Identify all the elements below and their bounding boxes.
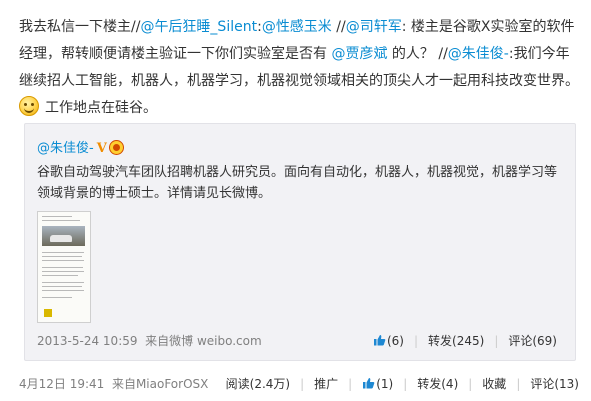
post-source: 来自MiaoForOSX	[111, 377, 209, 391]
verified-v-icon: V	[96, 141, 107, 156]
post-text-segment: //	[331, 19, 346, 35]
thumbs-up-icon	[373, 334, 386, 346]
quoted-comment-button[interactable]: 评论(69)	[508, 332, 557, 349]
quoted-timestamp-link[interactable]: 2013-5-24 10:59	[37, 334, 138, 348]
post-body: 我去私信一下楼主//@午后狂睡_Silent:@性感玉米 //@司轩军: 楼主是…	[19, 19, 579, 89]
like-count: (1)	[376, 376, 394, 391]
long-weibo-thumbnail[interactable]	[37, 211, 91, 323]
quoted-like-count: (6)	[386, 333, 404, 348]
quoted-author-line: @朱佳俊- V	[37, 137, 124, 156]
favorite-button[interactable]: 收藏	[482, 375, 506, 392]
quoted-text: 谷歌自动驾驶汽车团队招聘机器人研究员。面向有自动化，机器人，机器视觉，机器学习等…	[37, 165, 558, 201]
read-count: 阅读(2.4万)	[225, 377, 291, 391]
mention-link[interactable]: @午后狂睡_Silent	[140, 19, 257, 35]
vip-badge-icon	[108, 140, 124, 155]
comment-button[interactable]: 评论(13)	[530, 375, 579, 392]
quoted-post: @朱佳俊- V 谷歌自动驾驶汽车团队招聘机器人研究员。面向有自动化，机器人，机器视…	[24, 123, 576, 361]
mention-link[interactable]: @朱佳俊-	[448, 46, 509, 62]
mention-link[interactable]: @贾彦斌	[331, 46, 387, 62]
mention-link[interactable]: @司轩军	[346, 19, 402, 35]
quoted-repost-button[interactable]: 转发(245)	[428, 332, 484, 349]
repost-button[interactable]: 转发(4)	[417, 375, 458, 392]
quoted-actions: (6) | 转发(245) | 评论(69)	[373, 332, 557, 349]
like-button[interactable]: (1)	[362, 377, 393, 391]
weibo-mark-icon	[44, 309, 52, 317]
smile-emoji-icon	[19, 96, 39, 116]
post-text-segment: 的人？ //	[387, 46, 448, 62]
post-text: 我去私信一下楼主//@午后狂睡_Silent:@性感玉米 //@司轩军: 楼主是…	[19, 14, 579, 122]
post-tail: 工作地点在硅谷。	[45, 100, 157, 116]
quoted-source: 来自微博 weibo.com	[145, 334, 262, 348]
quoted-author-link[interactable]: @朱佳俊-	[37, 141, 94, 156]
quoted-like-button[interactable]: (6)	[373, 334, 404, 348]
car-shape	[50, 235, 72, 242]
post-timestamp-link[interactable]: 4月12日 19:41	[19, 377, 104, 391]
mention-link[interactable]: @性感玉米	[262, 19, 332, 35]
post-meta: 4月12日 19:41 来自MiaoForOSX	[19, 375, 208, 392]
post-actions: 阅读(2.4万) | 推广 | (1) | 转发(4) | 收藏 | 评论(13…	[225, 375, 579, 392]
quoted-meta: 2013-5-24 10:59 来自微博 weibo.com	[37, 332, 262, 349]
promote-button[interactable]: 推广	[314, 375, 338, 392]
thumbs-up-icon	[362, 377, 375, 389]
post-text-segment: 我去私信一下楼主//	[19, 19, 141, 35]
